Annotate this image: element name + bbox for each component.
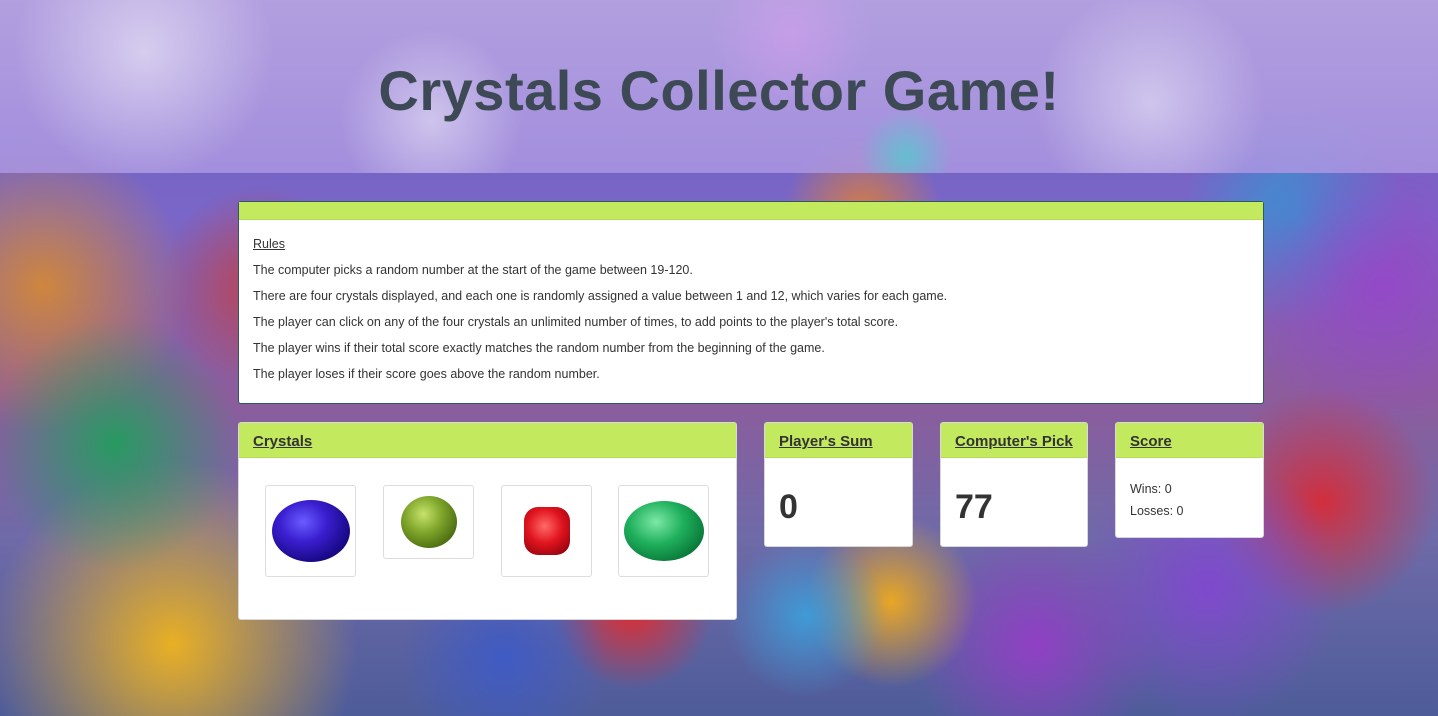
crystal-list	[239, 458, 736, 618]
losses-count: Losses: 0	[1130, 504, 1184, 518]
player-sum-panel: Player's Sum 0	[764, 422, 913, 547]
blue-sapphire-icon	[271, 500, 350, 562]
green-emerald-icon	[623, 501, 704, 561]
crystals-panel-header: Crystals	[239, 423, 736, 458]
crystal-button-green-peridot[interactable]	[383, 485, 474, 559]
rule-line: The player can click on any of the four …	[253, 315, 899, 329]
crystals-title: Crystals	[253, 433, 313, 450]
computer-pick-header: Computer's Pick	[941, 423, 1087, 458]
page-title: Crystals Collector Game!	[378, 59, 1060, 122]
player-sum-value: 0	[779, 488, 798, 526]
rule-line: The player loses if their score goes abo…	[253, 367, 600, 381]
crystal-button-red-ruby[interactable]	[501, 485, 592, 577]
crystal-button-blue-sapphire[interactable]	[265, 485, 356, 577]
red-ruby-icon	[523, 507, 570, 555]
wins-count: Wins: 0	[1130, 482, 1172, 496]
computer-pick-title: Computer's Pick	[955, 433, 1073, 450]
score-title: Score	[1130, 433, 1172, 450]
player-sum-header: Player's Sum	[765, 423, 912, 458]
rules-panel: Rules The computer picks a random number…	[238, 201, 1264, 404]
rule-line: The computer picks a random number at th…	[253, 263, 693, 277]
player-sum-title: Player's Sum	[779, 433, 873, 450]
rules-label: Rules	[253, 237, 285, 251]
green-peridot-icon	[400, 496, 457, 548]
crystal-button-green-emerald[interactable]	[618, 485, 709, 577]
score-header: Score	[1116, 423, 1263, 458]
rule-line: There are four crystals displayed, and e…	[253, 289, 948, 303]
score-panel: Score Wins: 0 Losses: 0	[1115, 422, 1264, 538]
rules-body: Rules The computer picks a random number…	[239, 220, 1263, 382]
rule-line: The player wins if their total score exa…	[253, 341, 825, 355]
score-body: Wins: 0 Losses: 0	[1116, 458, 1263, 522]
rules-panel-header	[239, 202, 1263, 220]
computer-pick-value: 77	[955, 488, 993, 526]
computer-pick-panel: Computer's Pick 77	[940, 422, 1088, 547]
page-header: Crystals Collector Game!	[0, 0, 1438, 173]
crystals-panel: Crystals	[238, 422, 737, 620]
